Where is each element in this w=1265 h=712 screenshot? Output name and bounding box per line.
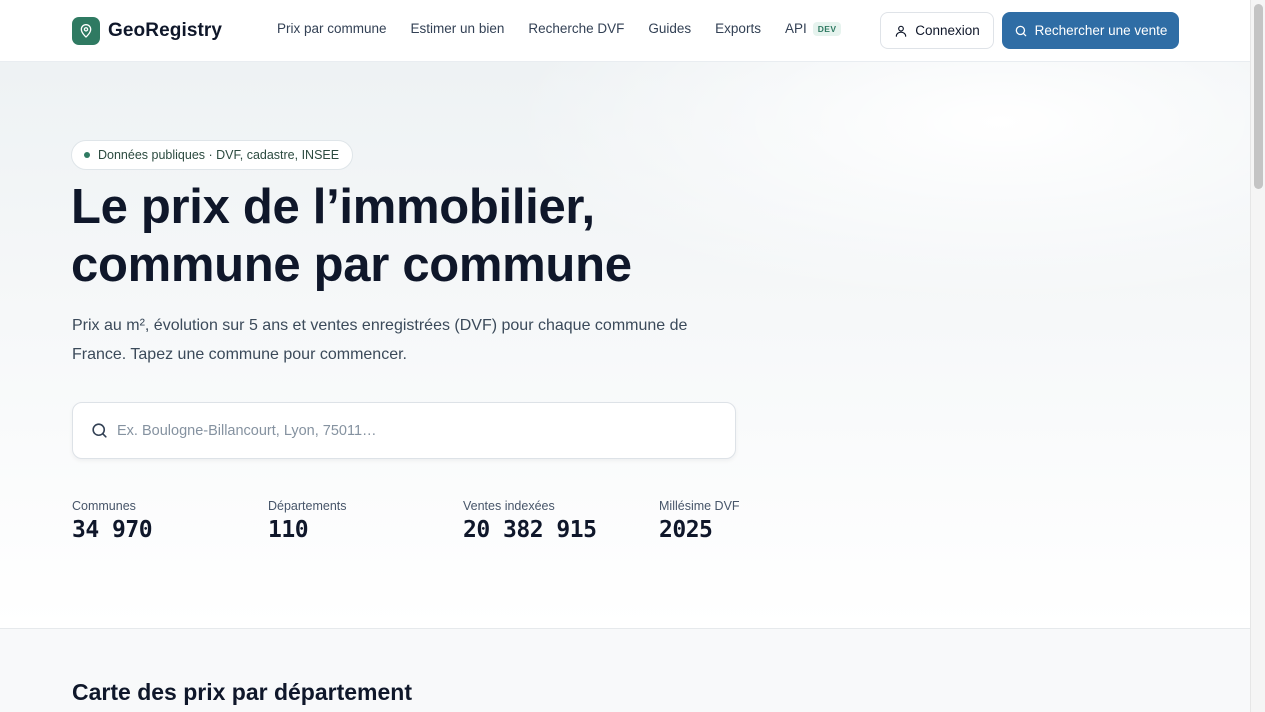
map-pin-icon — [72, 16, 100, 45]
hero-section: Données publiques · DVF, cadastre, INSEE… — [0, 62, 1250, 628]
nav-prix-par-commune[interactable]: Prix par commune — [277, 21, 387, 36]
nav-recherche-dvf[interactable]: Recherche DVF — [528, 21, 624, 36]
status-dot-icon — [84, 152, 90, 158]
login-button-label: Connexion — [915, 23, 980, 38]
nav-guides[interactable]: Guides — [648, 21, 691, 36]
search-sale-button-label: Rechercher une vente — [1034, 23, 1168, 38]
user-icon — [894, 24, 908, 38]
commune-search-input[interactable] — [117, 422, 677, 439]
search-sale-button[interactable]: Rechercher une vente — [1002, 12, 1179, 49]
stat-departements: Départements 110 — [268, 499, 347, 543]
hero-title-line1: Le prix de l’immobilier, — [71, 180, 595, 234]
data-sources-label: Données publiques · DVF, cadastre, INSEE — [98, 148, 340, 162]
hero-title: Le prix de l’immobilier, commune par com… — [71, 178, 831, 294]
stat-value: 20 382 915 — [463, 517, 597, 543]
price-map-section: Carte des prix par département — [0, 628, 1250, 712]
stat-value: 110 — [268, 517, 309, 543]
nav-api[interactable]: API — [785, 21, 807, 36]
stat-label: Millésime DVF — [659, 499, 740, 513]
nav-exports[interactable]: Exports — [715, 21, 761, 36]
nav-estimer-un-bien[interactable]: Estimer un bien — [411, 21, 505, 36]
api-dev-badge: DEV — [812, 21, 842, 36]
stat-ventes-indexees: Ventes indexées 20 382 915 — [463, 499, 597, 543]
brand-name: GeoRegistry — [108, 19, 223, 41]
hero-title-line2: commune par commune — [71, 238, 632, 292]
hero-subtitle: Prix au m², évolution sur 5 ans et vente… — [72, 317, 688, 363]
search-icon — [1014, 24, 1028, 38]
section-title: Carte des prix par département — [72, 679, 413, 705]
scrollbar-thumb[interactable] — [1254, 4, 1263, 189]
page-scrollbar[interactable] — [1250, 0, 1265, 712]
stat-label: Ventes indexées — [463, 499, 555, 513]
data-sources-pill: Données publiques · DVF, cadastre, INSEE — [71, 140, 354, 170]
stat-millesime-dvf: Millésime DVF 2025 — [659, 499, 740, 543]
page: GeoRegistry Prix par commune Estimer un … — [0, 0, 1250, 712]
search-icon — [90, 421, 109, 440]
stat-value: 34 970 — [72, 517, 153, 543]
brand-logo[interactable]: GeoRegistry — [72, 16, 222, 45]
main-nav: Prix par commune Estimer un bien Recherc… — [277, 21, 842, 36]
top-header: GeoRegistry Prix par commune Estimer un … — [0, 0, 1250, 62]
login-button[interactable]: Connexion — [880, 12, 994, 49]
stat-value: 2025 — [659, 517, 713, 543]
stats-row: Communes 34 970 Départements 110 Ventes … — [72, 499, 772, 559]
stat-label: Communes — [72, 499, 136, 513]
stat-label: Départements — [268, 499, 347, 513]
stat-communes: Communes 34 970 — [72, 499, 153, 543]
commune-search-box[interactable] — [72, 402, 736, 459]
